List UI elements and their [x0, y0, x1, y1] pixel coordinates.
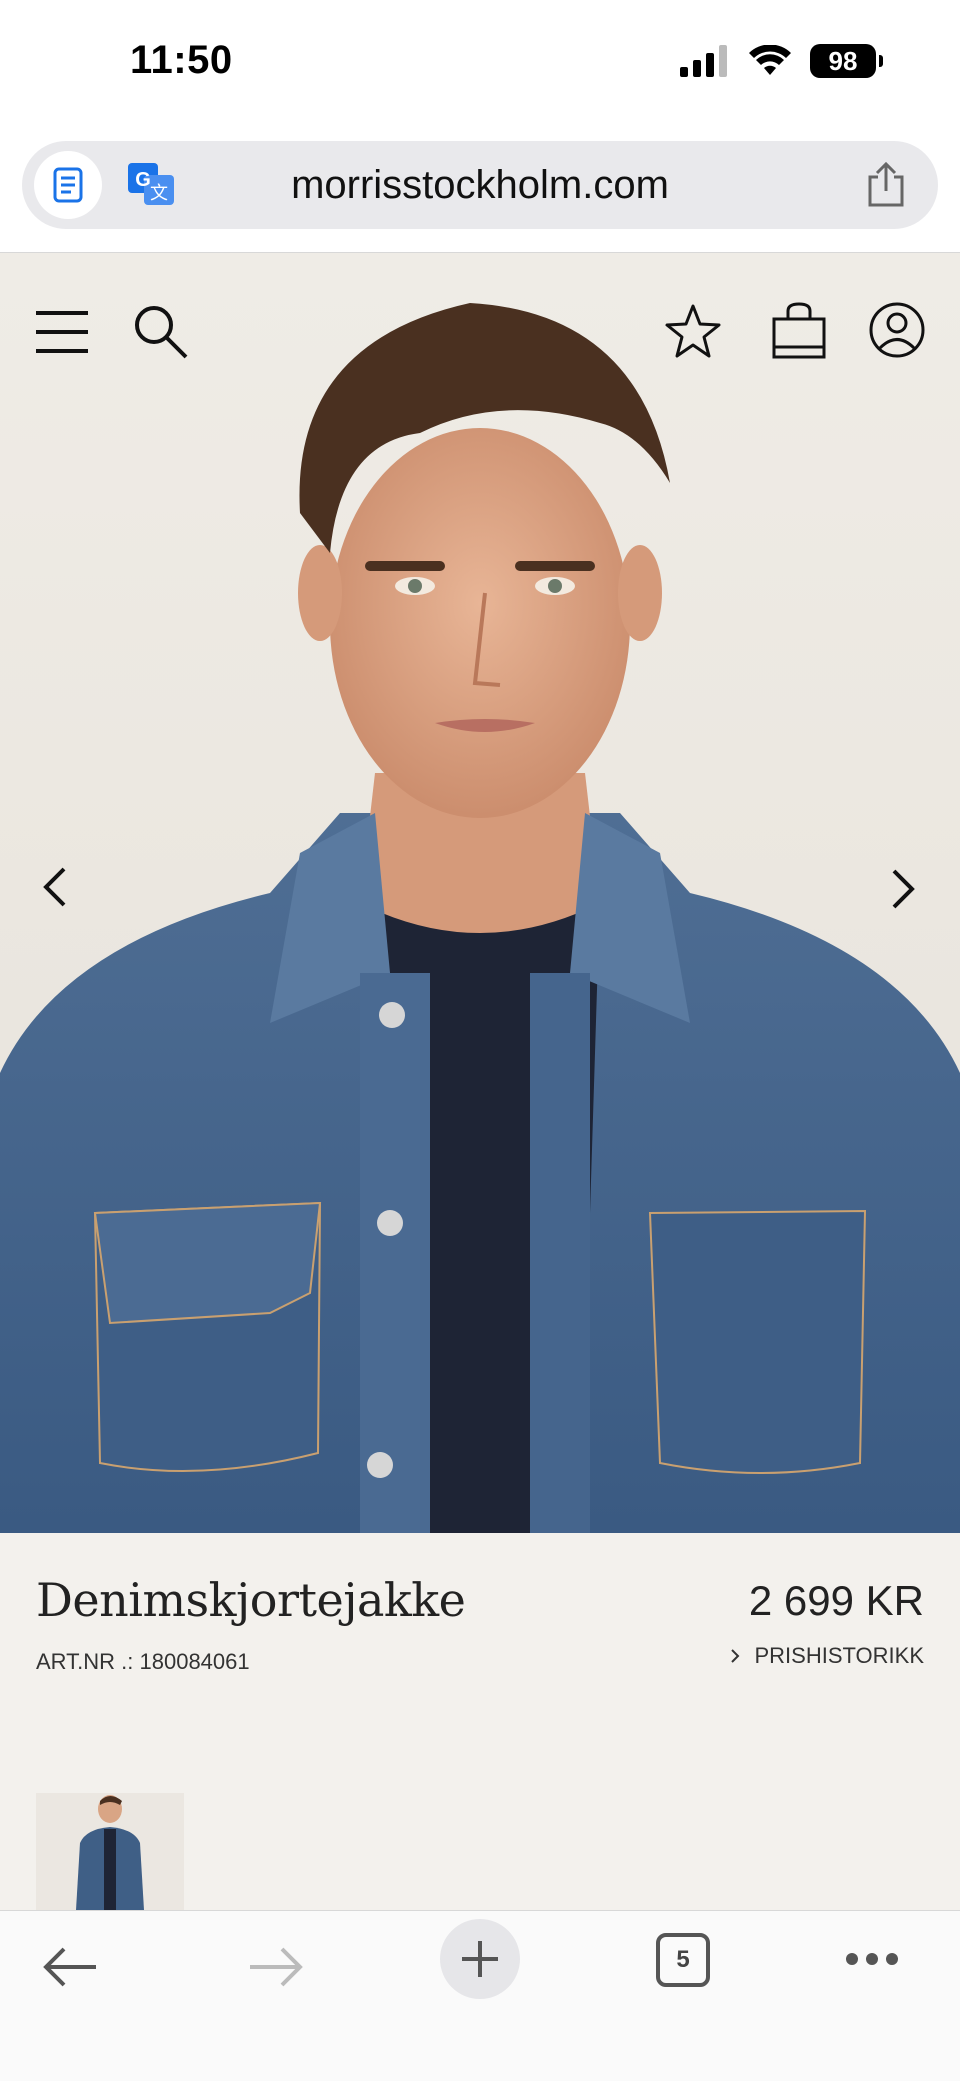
browser-toolbar: 5 [0, 1910, 960, 2081]
wifi-icon [749, 45, 791, 75]
price-history-label: PRISHISTORIKK [754, 1643, 924, 1668]
url-text[interactable]: morrisstockholm.com [22, 163, 938, 208]
browser-address-bar: G 文 morrisstockholm.com [0, 130, 960, 253]
status-icons: 98 [680, 44, 883, 78]
plus-icon [462, 1941, 498, 1977]
shopping-bag-icon[interactable] [770, 301, 828, 361]
forward-arrow-icon[interactable] [246, 1945, 306, 1989]
chevron-right-small-icon [731, 1649, 740, 1663]
share-icon[interactable] [864, 161, 908, 209]
account-icon[interactable] [868, 301, 926, 359]
product-name: Denimskjortejakke [36, 1573, 466, 1627]
product-info: Denimskjortejakke ART.NR .: 180084061 2 … [0, 1533, 960, 1910]
product-image-gallery[interactable] [0, 253, 960, 1533]
more-dot [886, 1953, 898, 1965]
more-dot [866, 1953, 878, 1965]
tabs-count: 5 [676, 1946, 690, 1973]
price-history-link[interactable]: PRISHISTORIKK [730, 1643, 924, 1669]
battery-level: 98 [828, 45, 858, 76]
product-thumbnail[interactable] [36, 1793, 184, 1910]
back-arrow-icon[interactable] [40, 1945, 100, 1989]
status-time: 11:50 [130, 38, 233, 82]
battery-icon: 98 [810, 44, 883, 78]
status-bar: 11:50 98 [0, 0, 960, 130]
article-number: ART.NR .: 180084061 [36, 1649, 250, 1674]
search-icon[interactable] [132, 303, 190, 361]
menu-icon[interactable] [34, 309, 90, 355]
cellular-signal-icon [680, 45, 727, 77]
product-photo [0, 303, 960, 1533]
thumbnail-image [36, 1793, 184, 1910]
more-icon[interactable] [846, 1953, 898, 1967]
chevron-right-icon[interactable] [888, 867, 918, 911]
tabs-button[interactable]: 5 [656, 1933, 710, 1987]
more-dot [846, 1953, 858, 1965]
chevron-left-icon[interactable] [40, 865, 70, 909]
product-price: 2 699 KR [748, 1577, 924, 1624]
wishlist-star-icon[interactable] [664, 303, 722, 361]
url-field[interactable]: G 文 morrisstockholm.com [22, 141, 938, 229]
new-tab-button[interactable] [440, 1919, 520, 1999]
